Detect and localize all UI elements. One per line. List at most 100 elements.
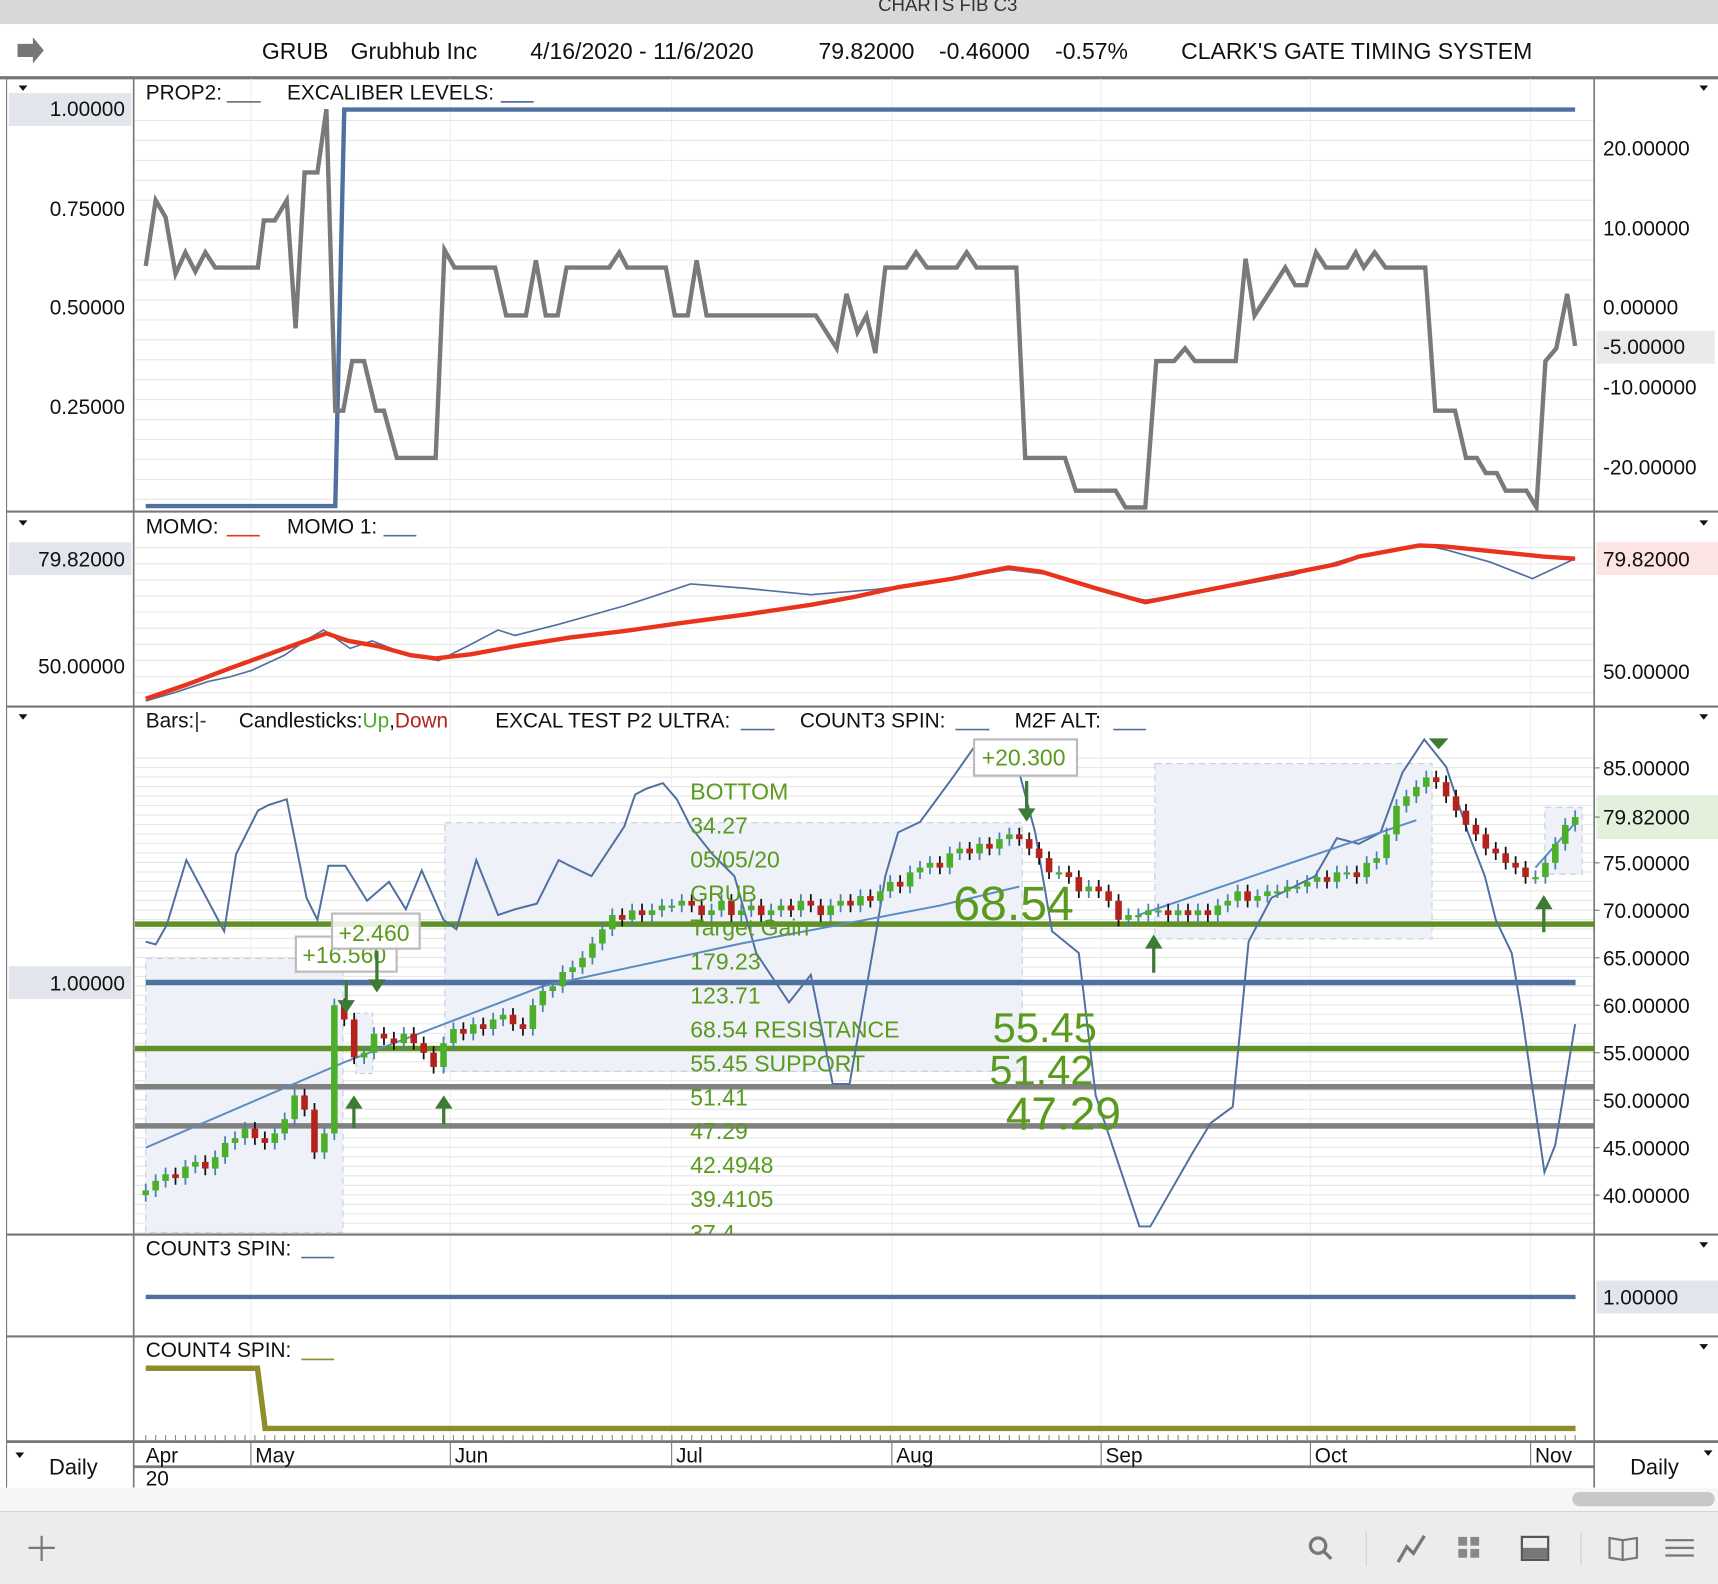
fib-list-item: 55.45 SUPPORT: [690, 1050, 865, 1076]
period-selector-left[interactable]: Daily: [49, 1454, 98, 1479]
panel-prop2: PROP2: EXCALIBER LEVELS: 1.00000 0.75000…: [8, 82, 1715, 512]
right-axis-label: 50.00000: [1603, 1090, 1690, 1113]
month-label: Aug: [896, 1444, 933, 1467]
chart-window: CHARTS FIB C3 GRUB Grubhub Inc 4/16/2020…: [0, 0, 1718, 1584]
company-name: Grubhub Inc: [351, 38, 478, 64]
svg-text:+20.300: +20.300: [982, 745, 1066, 771]
right-axis-label: 1.00000: [1603, 1287, 1678, 1310]
title-bar: [0, 0, 1718, 25]
fib-list-item: 68.54 RESISTANCE: [690, 1016, 899, 1042]
month-label: Jun: [455, 1444, 489, 1467]
right-axis-label: 10.00000: [1603, 218, 1690, 241]
candlestick: [350, 1012, 358, 1065]
right-axis-label: 45.00000: [1603, 1137, 1690, 1160]
candlestick: [311, 1103, 318, 1160]
fib-list-item: GRUB: [690, 881, 756, 907]
fib-list-item: 39.4105: [690, 1186, 773, 1212]
bottom-toolbar: [0, 1512, 1718, 1584]
prop2-line: [143, 108, 1578, 512]
last-price: 79.82000: [818, 38, 914, 64]
big-level-label: 47.29: [1006, 1087, 1121, 1139]
month-label: Oct: [1315, 1444, 1348, 1467]
legend-momo: MOMO:: [146, 515, 219, 538]
fib-list-item: 34.27: [690, 813, 748, 839]
panel-price: Bars:|- Candlesticks:Up,Down EXCAL TEST …: [8, 709, 1718, 1246]
legend-m2f: M2F ALT:: [1015, 709, 1101, 732]
right-axis-label: 60.00000: [1603, 995, 1690, 1018]
month-label: May: [255, 1444, 295, 1467]
right-axis-label: -5.00000: [1603, 336, 1685, 359]
left-axis-label: 0.75000: [50, 198, 125, 221]
left-axis-label: 1.00000: [50, 98, 125, 121]
excaliber-levels-line: [145, 107, 1576, 509]
left-axis-label: 50.00000: [38, 656, 125, 679]
fib-list-item: 51.41: [690, 1084, 748, 1110]
price-change: -0.46000: [939, 38, 1030, 64]
legend-bars: Bars:|- Candlesticks:Up,Down: [146, 709, 448, 732]
legend-count3-spin: COUNT3 SPIN:: [146, 1237, 292, 1260]
symbol: GRUB: [262, 38, 328, 64]
svg-text:+2.460: +2.460: [339, 920, 410, 946]
fib-list-item: 123.71: [690, 982, 760, 1008]
candlestick: [1075, 870, 1083, 898]
fib-list-item: 05/05/20: [690, 847, 780, 873]
candlestick: [1105, 884, 1112, 908]
gain-annotation: +2.460: [330, 912, 421, 950]
year-label: 20: [146, 1467, 169, 1490]
right-axis-label: 79.82000: [1603, 807, 1690, 830]
count4-line: [145, 1365, 1576, 1432]
scrollbar-track[interactable]: [0, 1487, 1718, 1512]
candlestick: [1492, 841, 1500, 860]
candlestick: [331, 998, 338, 1141]
candlestick: [1452, 789, 1460, 818]
period-selector-right[interactable]: Daily: [1630, 1454, 1679, 1479]
fib-list-item: 179.23: [690, 948, 760, 974]
legend-momo1: MOMO 1:: [287, 515, 377, 538]
fib-list-item: 42.4948: [690, 1152, 773, 1178]
fib-list-item: 37.4: [690, 1220, 735, 1246]
legend-prop2: PROP2:: [146, 82, 222, 105]
legend-count3: COUNT3 SPIN:: [800, 709, 946, 732]
month-label: Jul: [676, 1444, 703, 1467]
candlestick: [420, 1036, 427, 1060]
left-axis-label: 0.50000: [50, 296, 125, 319]
fib-list-item: Target Gain: [690, 915, 809, 941]
month-label: Nov: [1535, 1444, 1573, 1467]
candlestick: [1045, 851, 1053, 879]
candlestick: [1025, 832, 1033, 856]
candlestick: [1442, 775, 1450, 804]
candlestick: [1085, 879, 1093, 898]
right-axis-label: 0.00000: [1603, 296, 1678, 319]
left-axis-label: 79.82000: [38, 548, 125, 571]
right-axis-label: 70.00000: [1603, 900, 1690, 923]
fib-list-item: 47.29: [690, 1118, 748, 1144]
right-axis-label: 85.00000: [1603, 758, 1690, 781]
right-axis-label: -20.00000: [1603, 456, 1697, 479]
right-axis-label: 50.00000: [1603, 661, 1690, 684]
candlestick: [1462, 803, 1470, 832]
candlestick: [1502, 846, 1509, 870]
right-axis-label: 79.82000: [1603, 548, 1690, 571]
fib-list-item: BOTTOM: [690, 779, 788, 805]
momo-line: [145, 543, 1576, 701]
window-title: CHARTS FIB C3: [878, 0, 1017, 15]
momo1-line: [145, 543, 1576, 702]
right-axis-label: 65.00000: [1603, 947, 1690, 970]
right-axis-label: 20.00000: [1603, 138, 1690, 161]
candlestick: [1522, 860, 1529, 884]
left-axis-label: 1.00000: [50, 972, 125, 995]
scrollbar-thumb[interactable]: [1572, 1491, 1715, 1507]
legend-excal-test: EXCAL TEST P2 ULTRA:: [495, 709, 730, 732]
range-box: [355, 1012, 374, 1075]
panel-count4: COUNT4 SPIN:: [145, 1339, 1576, 1432]
big-level-label: 68.54: [953, 877, 1074, 931]
big-level-label: 55.45: [993, 1004, 1097, 1051]
legend-excaliber: EXCALIBER LEVELS:: [287, 82, 494, 105]
left-axis-label: 0.25000: [50, 396, 125, 419]
right-axis-label: 75.00000: [1603, 853, 1690, 876]
month-label: Apr: [146, 1444, 178, 1467]
system-name: CLARK'S GATE TIMING SYSTEM: [1181, 38, 1532, 64]
panel-momo: MOMO: MOMO 1: 79.82000 50.00000 79.82000…: [8, 515, 1718, 702]
candlestick: [1472, 818, 1480, 842]
gain-annotation: +20.300: [972, 738, 1079, 777]
